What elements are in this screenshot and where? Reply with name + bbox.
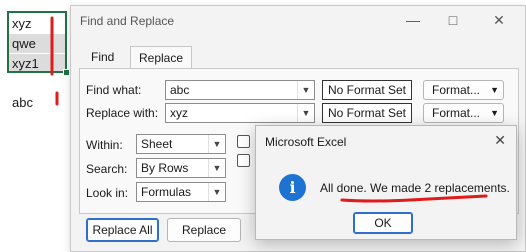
annotation-underline xyxy=(340,194,488,203)
annotation-underline-layer xyxy=(340,194,488,203)
